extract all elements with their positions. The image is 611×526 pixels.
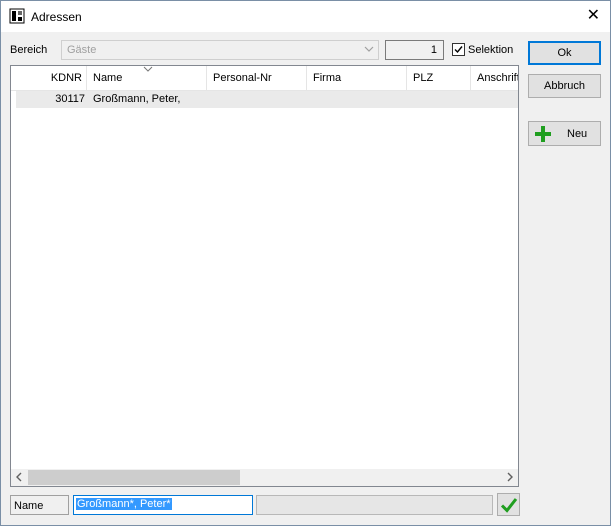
neu-button[interactable]: Neu [528,121,601,146]
adressen-dialog: Adressen ✕ Bereich Gäste 1 Selektion Ok … [0,0,611,526]
plus-icon [535,126,551,142]
column-header-firma[interactable]: Firma [307,66,407,90]
status-field [256,495,493,515]
close-icon[interactable]: ✕ [587,7,600,25]
window-title: Adressen [31,10,82,24]
column-header-anschrift[interactable]: Anschrift [471,66,518,90]
scrollbar-thumb[interactable] [28,470,240,485]
column-header-plz[interactable]: PLZ [407,66,471,90]
cell-name: Großmann, Peter, [93,93,181,105]
abbruch-button[interactable]: Abbruch [528,74,601,98]
column-header-kdnr[interactable]: KDNR [11,66,87,90]
result-count-field: 1 [385,40,444,60]
title-bar: Adressen ✕ [1,1,610,32]
row-highlight [16,91,518,108]
column-header-personal-nr[interactable]: Personal-Nr [207,66,307,90]
scroll-right-icon[interactable] [504,471,516,483]
neu-label: Neu [567,128,588,140]
bereich-value: Gäste [67,44,97,56]
name-search-input[interactable]: Großmann*, Peter* [73,495,253,515]
selektion-checkbox[interactable] [452,43,465,56]
horizontal-scrollbar[interactable] [11,469,518,486]
checkmark-icon [500,498,518,513]
selektion-label: Selektion [468,44,514,56]
table-header: KDNR Name Personal-Nr Firma PLZ Anschrif… [11,66,518,91]
address-book-icon [9,8,25,24]
bereich-select[interactable]: Gäste [61,40,379,60]
confirm-search-button[interactable] [497,493,520,516]
ok-button[interactable]: Ok [528,41,601,65]
scroll-left-icon[interactable] [13,471,25,483]
sort-indicator-icon [143,66,153,72]
name-search-value: Großmann*, Peter* [76,498,172,510]
chevron-down-icon [364,46,374,52]
bereich-label: Bereich [10,44,48,56]
search-field-label: Name [10,495,69,515]
table-row[interactable]: 30117 Großmann, Peter, [11,91,518,108]
address-table[interactable]: KDNR Name Personal-Nr Firma PLZ Anschrif… [10,65,519,487]
checkmark-icon [454,46,463,54]
cell-kdnr: 30117 [55,93,85,105]
